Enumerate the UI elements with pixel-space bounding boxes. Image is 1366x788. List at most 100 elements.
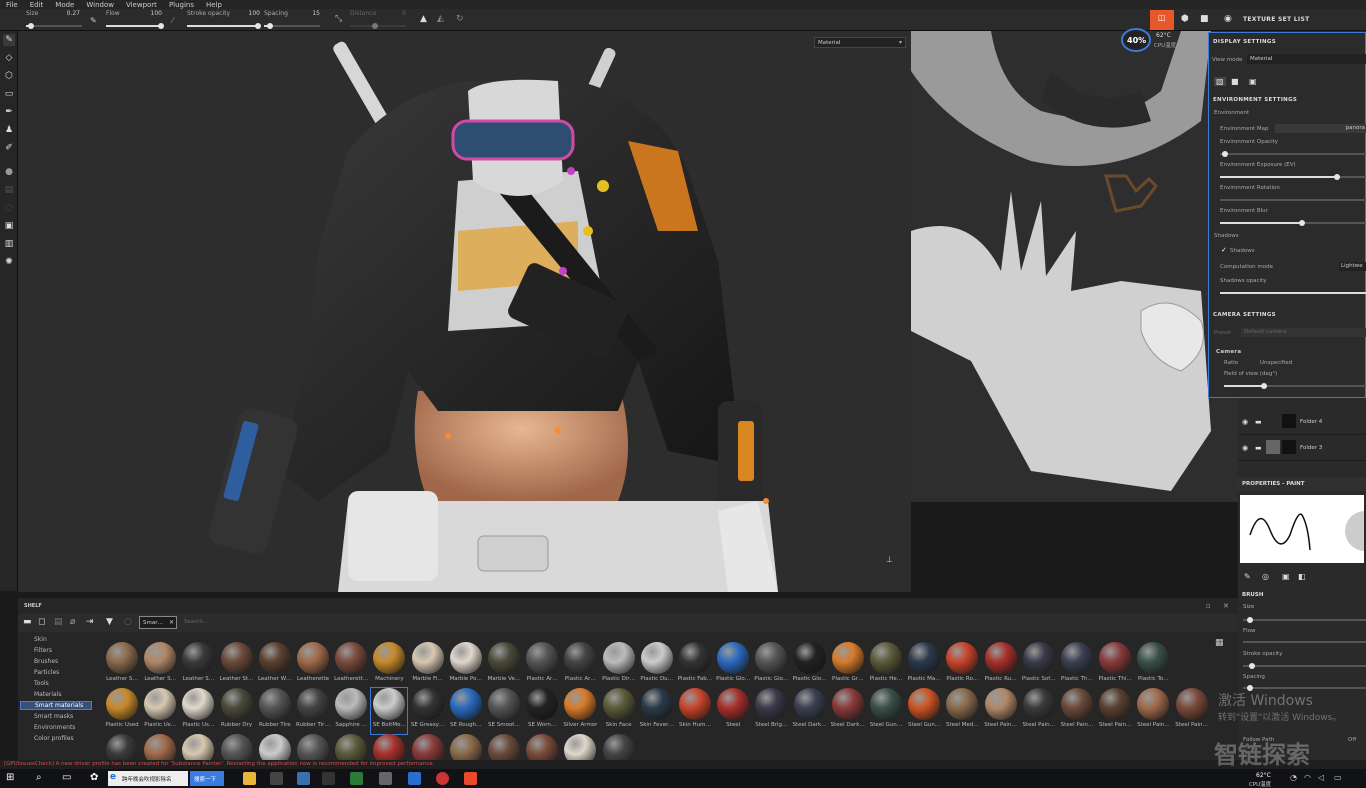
lazy-mouse-icon[interactable]: ⤡ xyxy=(335,14,342,24)
material-thumbnail[interactable]: Steel Pain… xyxy=(1097,688,1133,734)
ratio-value[interactable]: Unspecified xyxy=(1260,360,1292,366)
clone-icon[interactable]: ♟ xyxy=(3,124,15,136)
material-thumbnail[interactable]: Steel Brig… xyxy=(753,688,789,734)
shadows-checkbox[interactable]: ✓ xyxy=(1221,246,1227,254)
env-rotation-slider[interactable] xyxy=(1220,199,1366,201)
search-button[interactable]: 搜索一下 xyxy=(190,771,224,786)
material-picker-icon[interactable]: ● xyxy=(3,166,15,178)
material-thumbnail[interactable]: SE Smoot… xyxy=(486,688,522,734)
wifi-icon[interactable]: ◠ xyxy=(1304,773,1311,782)
brush-spacing-slider[interactable] xyxy=(1243,685,1366,691)
category-materials[interactable]: Materials xyxy=(34,691,62,698)
menu-plugins[interactable]: Plugins xyxy=(169,1,194,9)
mirror-icon[interactable]: ◭ xyxy=(437,14,444,24)
preset-select[interactable]: Default camera xyxy=(1241,328,1366,337)
shadows-opacity-slider[interactable] xyxy=(1220,292,1366,294)
computation-mode-select[interactable]: Lightwe xyxy=(1339,262,1366,271)
viewport-3d[interactable]: Material ▾ ⊥ xyxy=(18,31,911,592)
screenshot-icon[interactable]: ◉ xyxy=(1224,14,1232,24)
distance-slider[interactable] xyxy=(350,23,406,29)
material-thumbnail[interactable]: Steel Gun… xyxy=(868,688,904,734)
file-explorer-icon[interactable] xyxy=(243,772,256,785)
material-thumbnail[interactable]: SE BoltMe… xyxy=(370,687,409,735)
view-mode-select[interactable]: Material xyxy=(1247,54,1366,64)
material-thumbnail[interactable] xyxy=(295,734,331,760)
material-thumbnail[interactable]: Plastic Gr… xyxy=(830,642,866,688)
delete-icon[interactable]: ▤ xyxy=(54,617,63,627)
material-tab-icon[interactable]: ◧ xyxy=(1298,572,1306,581)
app-icon[interactable]: ✿ xyxy=(90,772,98,783)
new-item-icon[interactable]: ◻ xyxy=(38,617,45,627)
environment-tab-icon[interactable]: ▧ xyxy=(1214,77,1226,86)
material-thumbnail[interactable]: Plastic He… xyxy=(868,642,904,688)
layer-row[interactable]: ◉ ▬ Folder 3 xyxy=(1238,435,1366,461)
material-thumbnail[interactable]: Plastic Thi… xyxy=(1097,642,1133,688)
menu-file[interactable]: File xyxy=(6,1,18,9)
brush-tab-icon[interactable]: ✎ xyxy=(1244,572,1251,581)
media-icon[interactable] xyxy=(322,772,335,785)
refresh-icon[interactable]: ○ xyxy=(124,617,132,627)
material-thumbnail[interactable]: Leather S… xyxy=(180,642,216,688)
material-thumbnail[interactable]: Steel Med… xyxy=(944,688,980,734)
material-thumbnail[interactable]: Steel Pain… xyxy=(1135,688,1171,734)
material-thumbnail[interactable]: Plastic Ro… xyxy=(944,642,980,688)
material-thumbnail[interactable]: Steel Dark… xyxy=(830,688,866,734)
material-thumbnail[interactable]: Marble Po… xyxy=(448,642,484,688)
sync-icon[interactable]: ↻ xyxy=(456,14,464,24)
material-thumbnail[interactable]: Plastic Fab… xyxy=(677,642,713,688)
material-thumbnail[interactable]: Rubber Dry xyxy=(219,688,255,734)
menu-help[interactable]: Help xyxy=(206,1,222,9)
material-thumbnail[interactable]: Plastic To… xyxy=(1135,642,1171,688)
material-thumbnail[interactable]: Steel Pain… xyxy=(1059,688,1095,734)
material-thumbnail[interactable]: Steel Gun… xyxy=(906,688,942,734)
material-thumbnail[interactable] xyxy=(524,734,560,760)
material-thumbnail[interactable] xyxy=(257,734,293,760)
stroke-opacity-value[interactable]: 100 xyxy=(240,10,260,17)
network-icon[interactable]: ◔ xyxy=(1290,773,1297,782)
material-thumbnail[interactable] xyxy=(333,734,369,760)
material-thumbnail[interactable]: Plastic Used xyxy=(104,688,140,734)
category-smart-materials[interactable]: Smart materials xyxy=(20,701,92,710)
material-thumbnail[interactable]: Steel Dark… xyxy=(792,688,828,734)
geometry-icon[interactable]: ◌ xyxy=(3,202,15,214)
document-app-icon[interactable] xyxy=(270,772,283,785)
category-tools[interactable]: Tools xyxy=(34,680,49,687)
search-icon[interactable]: ⌕ xyxy=(36,772,42,783)
material-thumbnail[interactable]: Plastic Us… xyxy=(180,688,216,734)
battery-icon[interactable]: ▭ xyxy=(1334,773,1342,782)
material-thumbnail[interactable]: Skin Hum… xyxy=(677,688,713,734)
browser-tab[interactable]: e 跨年晚会吹视影除名 xyxy=(108,771,188,786)
material-thumbnail[interactable]: Plastic Glo… xyxy=(753,642,789,688)
flow-slider[interactable] xyxy=(106,23,164,29)
settings-icon[interactable]: ✺ xyxy=(3,256,15,268)
category-environments[interactable]: Environments xyxy=(34,724,75,731)
category-brushes[interactable]: Brushes xyxy=(34,658,58,665)
spacing-slider[interactable] xyxy=(264,23,320,29)
material-thumbnail[interactable]: Plastic Ru… xyxy=(983,642,1019,688)
photos-icon[interactable] xyxy=(297,772,310,785)
material-thumbnail[interactable]: Leatherett… xyxy=(333,642,369,688)
material-thumbnail[interactable]: Skin Face xyxy=(601,688,637,734)
task-view-icon[interactable]: ▭ xyxy=(62,772,71,783)
material-thumbnail[interactable] xyxy=(104,734,140,760)
material-thumbnail[interactable]: SE Rough… xyxy=(448,688,484,734)
material-thumbnail[interactable]: Plastic Dir… xyxy=(601,642,637,688)
material-thumbnail[interactable]: Marble Fi… xyxy=(410,642,446,688)
eye-icon[interactable]: ◉ xyxy=(1242,418,1248,426)
material-thumbnail[interactable]: Sapphire … xyxy=(333,688,369,734)
env-map-field[interactable]: panora xyxy=(1275,124,1366,133)
menu-viewport[interactable]: Viewport xyxy=(126,1,157,9)
material-thumbnail[interactable] xyxy=(410,734,446,760)
material-thumbnail[interactable]: Leather S… xyxy=(142,642,178,688)
material-thumbnail[interactable] xyxy=(371,734,407,760)
material-thumbnail[interactable]: Rubber Tir… xyxy=(295,688,331,734)
brush-flow-slider[interactable] xyxy=(1243,641,1366,643)
material-thumbnail[interactable]: Plastic Ar… xyxy=(524,642,560,688)
search-tag[interactable]: Smar… ✕ xyxy=(139,616,177,629)
alpha-tab-icon[interactable]: ◎ xyxy=(1262,572,1269,581)
post-effects-tab-icon[interactable]: ▣ xyxy=(1249,77,1257,86)
restore-icon[interactable]: ▫ xyxy=(1206,602,1211,610)
import-icon[interactable]: ⇥ xyxy=(86,617,94,627)
material-thumbnail[interactable]: Plastic Sof… xyxy=(1021,642,1057,688)
spacing-value[interactable]: 15 xyxy=(300,10,320,17)
